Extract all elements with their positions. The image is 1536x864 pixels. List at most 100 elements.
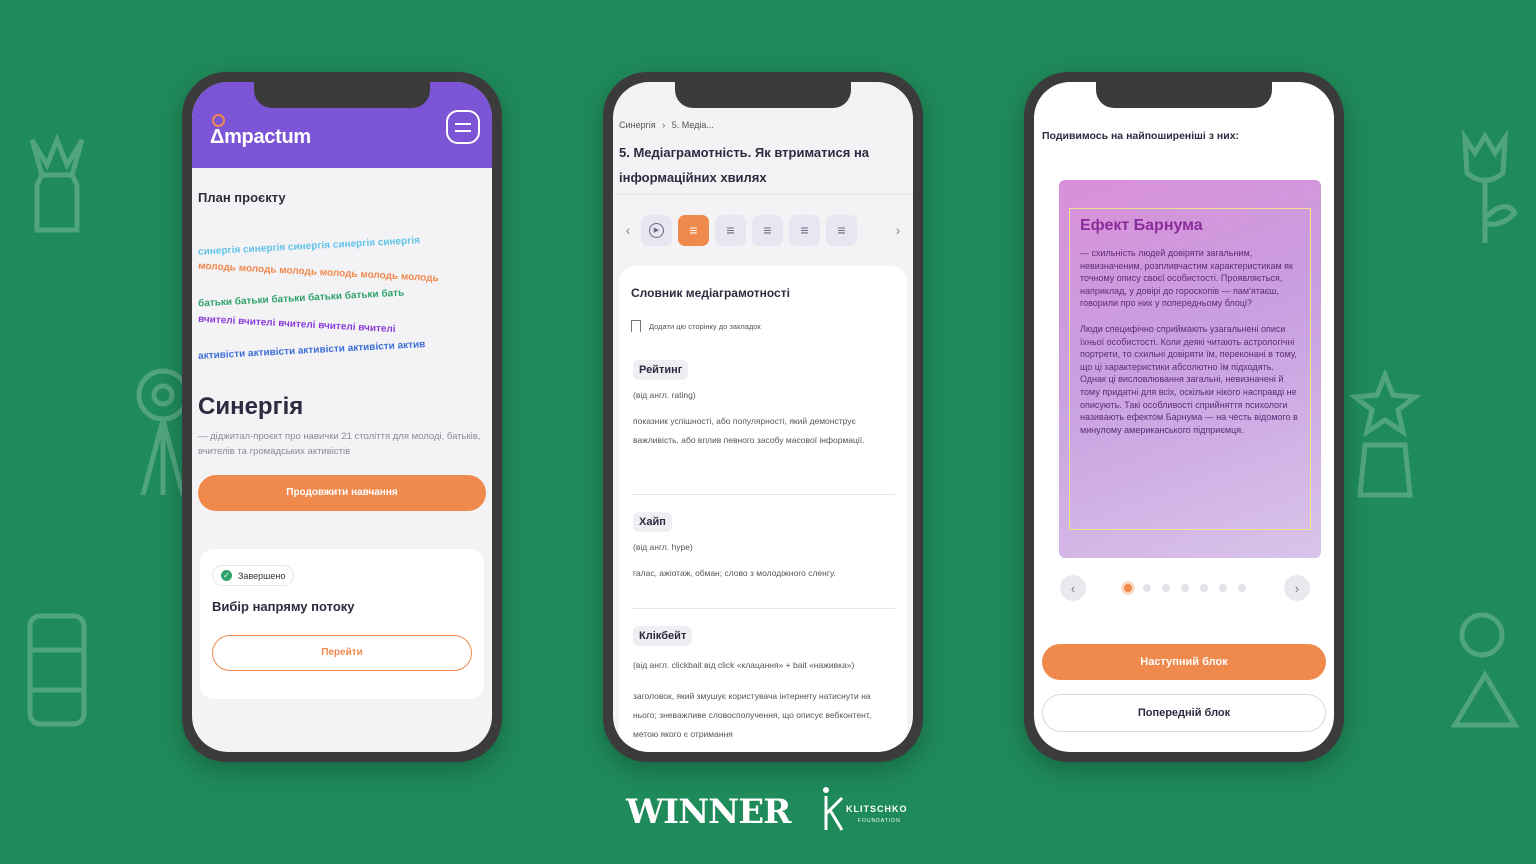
barnum-effect-card: Ефект Барнума — схильність людей довірят… [1059,180,1321,558]
module-title: Вибір напряму потоку [212,599,355,615]
go-to-module-button[interactable]: Перейти [212,635,472,672]
apple-decoration-icon [1450,612,1520,728]
menu-line [455,129,471,132]
section-heading: Подивимось на найпоширеніші з них: [1042,130,1240,142]
term-definition: показник успішності, або популярності, я… [633,416,865,445]
dictionary-card: Словник медіаграмотності Додати цю сторі… [619,266,907,752]
term-name: Клікбейт [633,626,693,646]
carousel-dot[interactable] [1124,584,1132,592]
term-definition: заголовок, який змушує користувача інтер… [633,691,872,739]
card-text: — схильність людей довіряти загальним, н… [1080,247,1302,436]
breadcrumb-item-synergy[interactable]: Синергія [619,120,656,130]
check-icon: ✓ [221,570,232,582]
bookmark-icon [631,320,641,332]
text-icon: ≡ [837,222,846,238]
bookmark-label: Додати цю сторінку до закладок [649,321,761,331]
phone-screen-1: Δmpactum План проєкту синергія синергія … [192,82,492,752]
text-icon: ≡ [763,222,772,238]
bookmark-link[interactable]: Додати цю сторінку до закладок [631,320,761,332]
next-arrow-icon[interactable]: › [891,222,905,238]
module-card: ✓ Завершено Вибір напряму потоку Перейти [200,549,484,700]
hero-title: Синергія [198,393,304,420]
text-icon: ≡ [800,222,809,238]
phone-notch [1096,82,1272,108]
continue-learning-button[interactable]: Продовжити навчання [198,475,486,512]
phone-mockup-3: Подивимось на найпоширеніші з них: Ефект… [1024,72,1344,762]
phone-notch [675,82,851,108]
term-item: Рейтинг (від англ. rating) показник успі… [633,360,893,450]
logo-text: mpactum [224,126,311,148]
winner-logo: WINNER [626,792,791,832]
tab-text-5[interactable]: ≡ [826,214,857,246]
term-origin: (від англ. rating) [633,390,696,400]
wave-row-youth: молодь молодь молодь молодь молодь молод… [197,260,439,285]
lesson-title: 5. Медіаграмотність. Як втриматися на ін… [619,145,870,185]
term-name: Хайп [633,512,672,532]
klitschko-k-icon [823,787,844,831]
wave-row-teachers: вчителі вчителі вчителі вчителі вчителі [197,313,396,336]
text-icon: ≡ [689,222,698,238]
carousel-dots [1124,584,1246,592]
term-item: Клікбейт (від англ. clickbait від click … [633,626,893,744]
breadcrumb-item-media[interactable]: 5. Медіа... [672,120,714,130]
phone-screen-3: Подивимось на найпоширеніші з них: Ефект… [1034,82,1334,752]
crown-decoration-icon [29,133,85,233]
text-icon: ≡ [726,222,735,238]
star-decoration-icon [1348,370,1422,498]
klitschko-name: KLITSCHKO [846,804,908,814]
wave-row-synergy: синергія синергія синергія синергія сине… [197,235,421,258]
card-title: Ефект Барнума [1080,217,1203,234]
project-plan-title: План проєкту [198,190,286,205]
phone-screen-2: Синергія › 5. Медіа... 5. Медіаграмотніс… [613,82,913,752]
phone-decoration-icon [27,613,87,727]
next-block-button[interactable]: Наступний блок [1042,644,1326,680]
tab-text-2[interactable]: ≡ [715,214,746,246]
term-origin: (від англ. clickbait від click «клацання… [633,660,855,670]
carousel-dot[interactable] [1181,584,1189,592]
chevron-left-icon: ‹ [1070,580,1076,596]
dictionary-heading: Словник медіаграмотності [631,286,790,300]
tab-text-4[interactable]: ≡ [789,214,820,246]
term-name: Рейтинг [633,360,689,380]
menu-line [455,122,471,125]
wave-text-illustration: синергія синергія синергія синергія сине… [192,235,492,381]
hamburger-menu-button[interactable] [446,110,480,144]
logo-dot-icon [212,114,225,127]
logo-triangle-icon: Δ [210,126,225,148]
term-definition: галас, ажіотаж, обман; слово з молодіжно… [633,568,836,578]
carousel-dot[interactable] [1200,584,1208,592]
tab-text-3[interactable]: ≡ [752,214,783,246]
hero-description: — діджитал-проєкт про навички 21 столітт… [198,431,481,458]
divider [631,608,895,609]
flower-decoration-icon [1461,128,1519,243]
impactum-logo[interactable]: Δmpactum [210,114,311,149]
status-badge-label: Завершено [238,570,286,581]
wave-row-activists: активісти активісти активісти активісти … [197,339,426,362]
carousel-prev-button[interactable]: ‹ [1060,575,1086,601]
tab-text-1[interactable]: ≡ [678,214,709,246]
tab-video[interactable]: ▶ [641,214,672,246]
play-icon: ▶ [649,222,664,238]
prev-arrow-icon[interactable]: ‹ [621,222,635,238]
term-item: Хайп (від англ. hype) галас, ажіотаж, об… [633,512,893,583]
card-frame: Ефект Барнума — схильність людей довірят… [1069,208,1311,530]
carousel-dot[interactable] [1162,584,1170,592]
carousel-dot[interactable] [1219,584,1227,592]
term-origin: (від англ. hype) [633,542,693,552]
carousel-next-button[interactable]: › [1284,575,1310,601]
previous-block-button[interactable]: Попередній блок [1042,694,1326,732]
phone-notch [254,82,430,108]
phone-mockup-1: Δmpactum План проєкту синергія синергія … [182,72,502,762]
breadcrumb: Синергія › 5. Медіа... [619,120,714,130]
divider [631,494,895,495]
carousel-dot[interactable] [1143,584,1151,592]
wave-row-parents: батьки батьки батьки батьки батьки бать [197,287,405,310]
klitschko-sub: FOUNDATION [858,818,901,824]
phone-mockup-2: Синергія › 5. Медіа... 5. Медіаграмотніс… [603,72,923,762]
carousel-pager: ‹ › [1060,574,1310,602]
card-paragraph-2: Люди специфічно сприймають узагальнені о… [1080,323,1298,435]
carousel-dot[interactable] [1238,584,1246,592]
breadcrumb-separator: › [662,120,666,130]
card-paragraph-1: — схильність людей довіряти загальним, н… [1080,248,1293,309]
lesson-step-tabs: ‹ ▶ ≡ ≡ ≡ ≡ ≡ › [621,214,905,246]
